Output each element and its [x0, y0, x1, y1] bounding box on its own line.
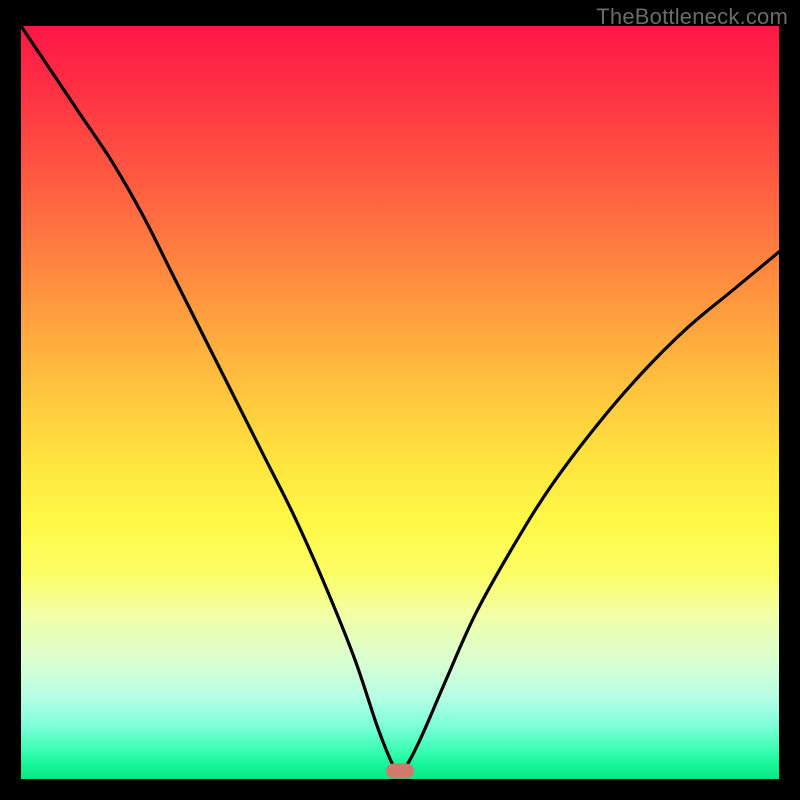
watermark-text: TheBottleneck.com [596, 4, 788, 30]
chart-stage: TheBottleneck.com [0, 0, 800, 800]
bottleneck-curve [21, 26, 779, 779]
minimum-marker [386, 764, 414, 779]
plot-area [21, 26, 779, 779]
